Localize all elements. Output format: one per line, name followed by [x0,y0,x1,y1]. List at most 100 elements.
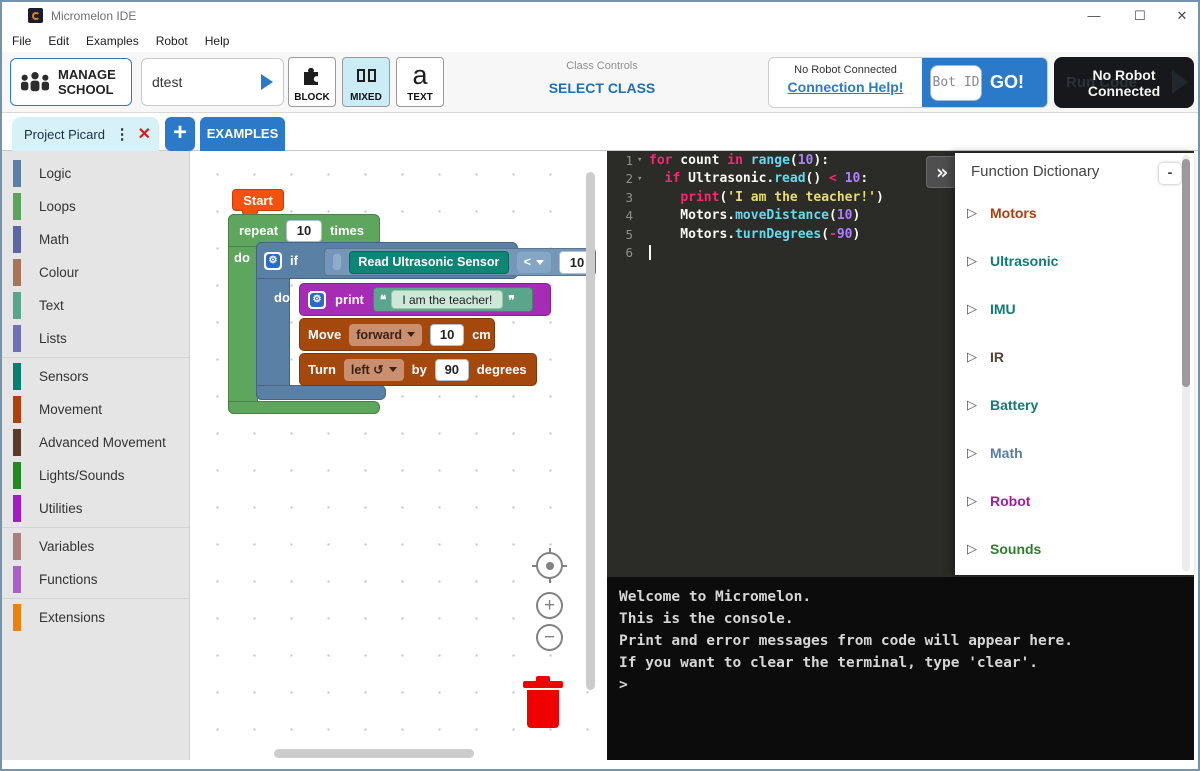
toolbox-category-variables[interactable]: Variables [2,530,189,563]
canvas-vertical-scrollbar[interactable] [586,172,595,690]
run-code-button[interactable]: Run Code No Robot Connected [1054,57,1194,108]
zoom-in-button[interactable]: + [536,592,563,619]
toolbox-category-logic[interactable]: Logic [2,157,189,190]
block-string[interactable]: ❝ I am the teacher! ❞ [373,287,533,312]
canvas-horizontal-scrollbar[interactable] [274,749,474,758]
toolbox-group: Sensors Movement Advanced Movement Lights/S… [2,358,189,528]
dictionary-item-sounds[interactable]: ▷Sounds [967,541,1041,557]
expand-triangle-icon[interactable]: ▷ [967,253,977,269]
manage-school-button[interactable]: MANAGE SCHOOL [10,58,132,106]
bot-id-input[interactable] [930,65,982,101]
dictionary-minimize-button[interactable]: - [1159,163,1181,184]
close-button[interactable]: ✕ [1168,4,1196,28]
expand-triangle-icon[interactable]: ▷ [967,205,977,221]
category-color-bar [13,193,21,220]
menu-item-examples[interactable]: Examples [86,34,139,48]
dictionary-item-motors[interactable]: ▷Motors [967,205,1037,221]
block-start[interactable]: Start [232,189,284,211]
block-comparison[interactable]: Read Ultrasonic Sensor < 10 [324,248,596,276]
dictionary-item-math[interactable]: ▷Math [967,445,1023,461]
category-label: Lights/Sounds [39,468,125,483]
block-if-foot[interactable] [256,385,386,400]
move-unit-label: cm [472,327,491,342]
dictionary-scrollbar[interactable] [1182,155,1190,571]
connection-help-link[interactable]: Connection Help! [769,79,922,95]
toolbox-category-colour[interactable]: Colour [2,256,189,289]
add-tab-button[interactable]: + [165,117,195,151]
mode-mixed-button[interactable]: MIXED [342,57,390,107]
mode-block-button[interactable]: BLOCK [288,57,336,107]
expand-triangle-icon[interactable]: ▷ [967,349,977,365]
chevron-down-icon [389,367,397,372]
mutator-gear-icon[interactable]: ⚙ [308,291,326,309]
line-number: 6 [607,245,637,260]
turn-degrees-input[interactable]: 90 [435,359,469,381]
dictionary-item-label: Battery [990,397,1038,413]
turn-direction-dropdown[interactable]: left ↺ [344,359,404,381]
dictionary-item-ultrasonic[interactable]: ▷Ultrasonic [967,253,1058,269]
chevron-down-icon [536,260,544,265]
console-panel[interactable]: Welcome to Micromelon.This is the consol… [607,577,1194,760]
toolbox-category-loops[interactable]: Loops [2,190,189,223]
editor-expand-button[interactable]: » [926,156,958,188]
move-distance-input[interactable]: 10 [430,324,464,346]
maximize-button[interactable]: ☐ [1126,4,1154,28]
menu-item-file[interactable]: File [12,34,31,48]
toolbox-category-math[interactable]: Math [2,223,189,256]
repeat-count-input[interactable]: 10 [286,220,322,242]
examples-button[interactable]: EXAMPLES [200,117,285,151]
block-canvas[interactable]: Start repeat 10 times do ⚙ if Read Ultra… [190,151,603,760]
dictionary-item-imu[interactable]: ▷IMU [967,301,1016,317]
go-button[interactable]: GO! [990,72,1024,93]
menu-item-help[interactable]: Help [205,34,230,48]
zoom-out-button[interactable]: − [536,624,563,651]
string-input[interactable]: I am the teacher! [391,290,503,309]
mutator-gear-icon[interactable]: ⚙ [264,252,282,270]
recenter-button[interactable] [536,552,563,579]
block-turn[interactable]: Turn left ↺ by 90 degrees [299,353,537,386]
menu-item-robot[interactable]: Robot [156,34,188,48]
toolbox-category-sensors[interactable]: Sensors [2,360,189,393]
block-move[interactable]: Move forward 10 cm [299,318,495,351]
expand-triangle-icon[interactable]: ▷ [967,301,977,317]
toolbox-category-text[interactable]: Text [2,289,189,322]
console-prompt[interactable]: > [619,674,1182,696]
trash-icon[interactable] [523,676,563,728]
toolbox-category-extensions[interactable]: Extensions [2,601,189,634]
block-print[interactable]: ⚙ print ❝ I am the teacher! ❞ [299,283,551,316]
toolbox-category-lights-sounds[interactable]: Lights/Sounds [2,459,189,492]
tab-menu-icon[interactable]: ⋮ [115,125,130,143]
tab-title: Project Picard [24,127,107,142]
puzzle-icon [300,58,324,92]
comparator-dropdown[interactable]: < [517,252,551,273]
block-repeat-foot[interactable] [228,401,380,414]
connection-widget: No Robot Connected Connection Help! GO! [768,57,1048,108]
move-direction-dropdown[interactable]: forward [349,324,422,346]
toolbox-category-advanced-movement[interactable]: Advanced Movement [2,426,189,459]
category-label: Variables [39,539,94,554]
toolbox-category-movement[interactable]: Movement [2,393,189,426]
console-output-line: This is the console. [619,608,1182,630]
block-read-ultrasonic[interactable]: Read Ultrasonic Sensor [349,251,509,274]
dictionary-item-ir[interactable]: ▷IR [967,349,1004,365]
dictionary-item-robot[interactable]: ▷Robot [967,493,1030,509]
category-label: Movement [39,402,102,417]
select-class-button[interactable]: SELECT CLASS [507,80,697,96]
expand-triangle-icon[interactable]: ▷ [967,493,977,509]
minimize-button[interactable]: — [1080,4,1108,28]
toolbox-category-lists[interactable]: Lists [2,322,189,355]
tab-close-icon[interactable]: ✕ [138,124,151,144]
menu-item-edit[interactable]: Edit [48,34,69,48]
tab-project-picard[interactable]: Project Picard ⋮ ✕ [12,117,159,151]
expand-triangle-icon[interactable]: ▷ [967,541,977,557]
project-select-dropdown[interactable]: dtest [141,58,284,106]
mode-text-button[interactable]: a TEXT [396,57,444,107]
fold-caret-icon[interactable]: ▾ [637,155,649,165]
expand-triangle-icon[interactable]: ▷ [967,445,977,461]
mode-text-label: TEXT [407,92,433,103]
fold-caret-icon[interactable]: ▾ [637,174,649,184]
toolbox-category-functions[interactable]: Functions [2,563,189,596]
dictionary-item-battery[interactable]: ▷ Battery [967,397,1038,413]
expand-triangle-icon[interactable]: ▷ [967,397,977,413]
toolbox-category-utilities[interactable]: Utilities [2,492,189,525]
